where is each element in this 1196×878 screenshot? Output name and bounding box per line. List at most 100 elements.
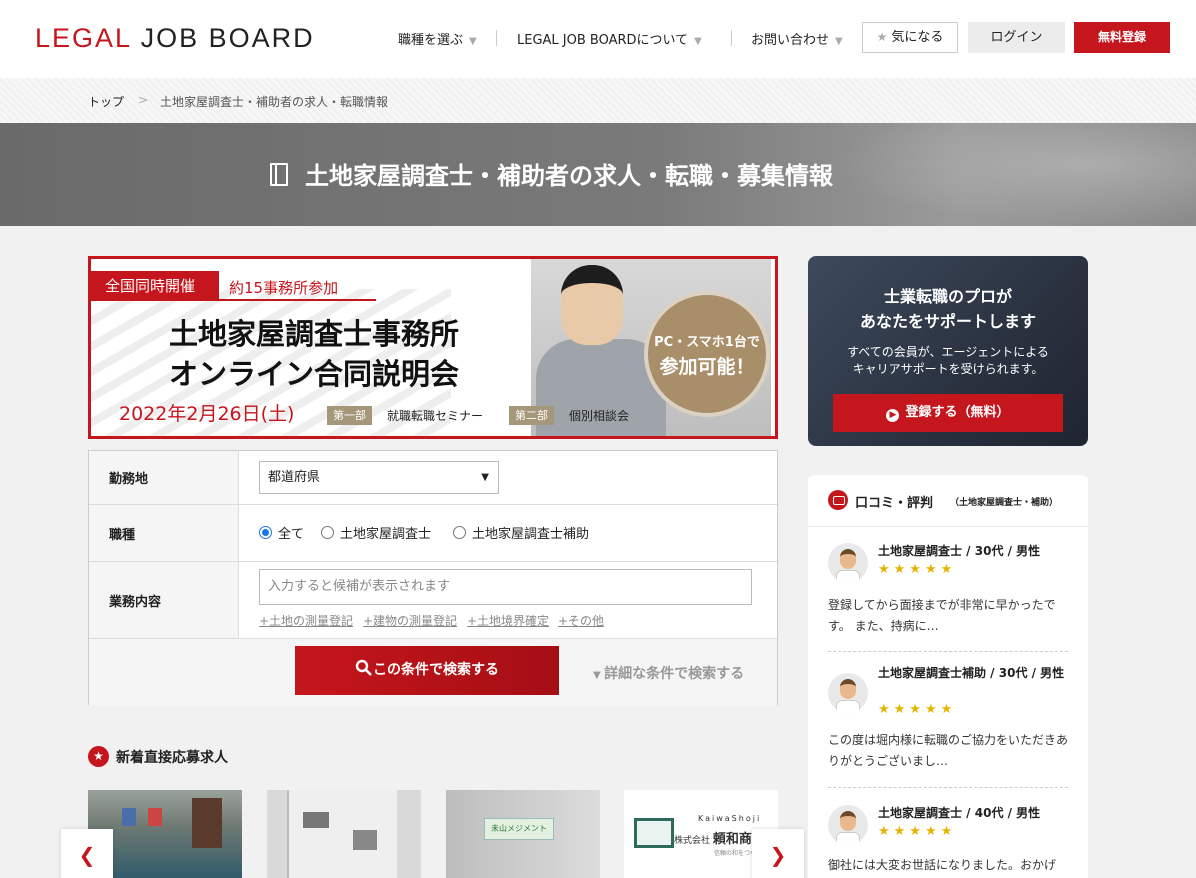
select-caret-icon: ▼	[481, 472, 489, 483]
new-jobs-title: 新着直接応募求人	[116, 750, 228, 766]
nav-about[interactable]: LEGAL JOB BOARDについて ▼	[517, 29, 702, 48]
nav-divider	[496, 30, 497, 46]
reviewer-info: 土地家屋調査士 / 30代 / 男性	[878, 544, 1041, 558]
radio-button[interactable]	[321, 526, 334, 539]
radio-button[interactable]	[453, 526, 466, 539]
company-brand: KaiwaShoji	[698, 814, 762, 823]
radio-all[interactable]: 全て	[259, 523, 304, 542]
rating-stars: ★★★★★	[878, 702, 957, 717]
seminar-banner[interactable]: 全国同時開催 約15事務所参加 土地家屋調査士事務所 オンライン合同説明会 202…	[88, 256, 778, 439]
rating-stars: ★★★★★	[878, 562, 957, 577]
radio-button[interactable]	[259, 526, 272, 539]
review-divider	[828, 651, 1068, 652]
search-icon	[355, 659, 372, 676]
reviews-header: 口コミ・評判 （土地家屋調査士・補助）	[808, 475, 1088, 527]
job-card-2[interactable]	[267, 790, 421, 878]
speech-bubble-icon	[828, 490, 848, 510]
triangle-down-icon: ▼	[593, 670, 605, 681]
part2-label: 第二部	[509, 406, 554, 425]
search-footer: この条件で検索する ▼ 詳細な条件で検索する	[89, 639, 777, 705]
carousel-prev-button[interactable]: ❮	[61, 829, 113, 878]
star-badge-icon: ★	[88, 746, 109, 767]
seminar-tag-offices: 約15事務所参加	[229, 279, 339, 297]
support-heading: 士業転職のプロが あなたをサポートします	[859, 287, 1036, 331]
book-icon	[270, 163, 288, 186]
support-banner[interactable]: 士業転職のプロが あなたをサポートします すべての会員が、エージェントによる キャリ…	[808, 256, 1088, 446]
triangle-down-icon: ▼	[835, 36, 843, 47]
frame-decoration	[148, 808, 162, 826]
reviews-subtitle: （土地家屋調査士・補助）	[950, 498, 1059, 508]
arrow-circle-icon: ▶	[886, 409, 900, 422]
job-type-row: 職種 全て 土地家屋調査士 土地家屋調査士補助	[89, 505, 777, 562]
job-card-3[interactable]: 未山メジメント	[446, 790, 600, 878]
work-content-input[interactable]: 入力すると候補が表示されます	[259, 569, 752, 605]
keyword-land-survey[interactable]: +土地の測量登記	[259, 612, 353, 629]
keyword-building-survey[interactable]: +建物の測量登記	[363, 612, 457, 629]
seminar-date: 2022年2月26日(土)	[119, 403, 295, 425]
site-header: LEGAL JOB BOARD 職種を選ぶ ▼ LEGAL JOB BOARDにつ…	[0, 0, 1196, 78]
review-text: 御社には大変お世話になりました。おかげ	[828, 858, 1057, 872]
triangle-down-icon: ▼	[694, 36, 702, 47]
register-button[interactable]: 無料登録	[1074, 22, 1170, 53]
part1-label: 第一部	[327, 406, 372, 425]
support-register-button[interactable]: ▶ 登録する（無料）	[833, 394, 1063, 432]
seminar-tag-underline	[211, 299, 376, 301]
window-decoration	[303, 812, 329, 828]
breadcrumb-home[interactable]: トップ	[88, 93, 124, 110]
keyword-boundary[interactable]: +土地境界確定	[467, 612, 549, 629]
reviews-panel: 口コミ・評判 （土地家屋調査士・補助） 土地家屋調査士 / 30代 / 男性 ★…	[808, 475, 1088, 878]
person-photo-head	[561, 265, 623, 345]
location-row: 勤務地 都道府県 ▼	[89, 451, 777, 505]
search-button[interactable]: この条件で検索する	[295, 646, 559, 695]
chevron-left-icon: ❮	[78, 843, 96, 867]
banner-background-photo	[836, 123, 1196, 226]
frame-decoration	[122, 808, 136, 826]
house-logo-icon	[634, 818, 674, 848]
reviewer-info: 土地家屋調査士 / 40代 / 男性	[878, 806, 1041, 820]
keyword-other[interactable]: +その他	[558, 612, 604, 629]
breadcrumb-current: 土地家屋調査士・補助者の求人・転職情報	[160, 95, 389, 109]
page-title: 土地家屋調査士・補助者の求人・転職・募集情報	[305, 162, 833, 190]
office-sign: 未山メジメント	[484, 818, 554, 840]
company-name: 株式会社 頼和商	[674, 832, 752, 847]
login-button[interactable]: ログイン	[968, 22, 1065, 53]
window-decoration	[353, 830, 377, 850]
prefecture-select[interactable]: 都道府県 ▼	[259, 461, 499, 494]
part2-text: 個別相談会	[569, 409, 630, 423]
nav-contact[interactable]: お問い合わせ ▼	[751, 29, 843, 48]
work-content-label: 業務内容	[89, 562, 239, 638]
advanced-search-link[interactable]: ▼ 詳細な条件で検索する	[593, 663, 744, 683]
search-form: 勤務地 都道府県 ▼ 職種 全て 土地家屋調査士 土地家屋調査士補助 業務内容 入…	[88, 450, 778, 705]
reviewer-info: 土地家屋調査士補助 / 30代 / 男性	[878, 666, 1065, 680]
work-content-row: 業務内容 入力すると候補が表示されます +土地の測量登記 +建物の測量登記 +土…	[89, 562, 777, 639]
avatar	[828, 673, 868, 713]
chevron-right-icon: ❯	[769, 843, 787, 867]
nav-divider	[731, 30, 732, 46]
seminar-badge: PC・スマホ1台で 参加可能！	[644, 291, 770, 417]
radio-surveyor[interactable]: 土地家屋調査士	[321, 523, 431, 542]
avatar	[828, 805, 868, 845]
nav-job-type[interactable]: 職種を選ぶ ▼	[398, 29, 477, 48]
triangle-down-icon: ▼	[469, 36, 477, 47]
part1-text: 就職転職セミナー	[387, 409, 484, 423]
job-type-label: 職種	[89, 505, 239, 561]
avatar	[828, 543, 868, 583]
review-text: この度は堀内様に転職のご協力をいただきありがとうございまし…	[828, 733, 1069, 768]
star-icon: ★	[876, 30, 888, 44]
favorites-button[interactable]: ★ 気になる	[862, 22, 958, 53]
rating-stars: ★★★★★	[878, 824, 957, 839]
breadcrumb-separator: >	[138, 93, 149, 107]
reviews-title: 口コミ・評判	[855, 496, 934, 511]
door-decoration	[192, 798, 222, 848]
location-label: 勤務地	[89, 451, 239, 504]
review-text: 登録してから面接までが非常に早かったです。 また、持病に…	[828, 598, 1056, 633]
seminar-tag-nationwide: 全国同時開催	[91, 271, 219, 301]
carousel-next-button[interactable]: ❯	[752, 829, 804, 878]
support-text: すべての会員が、エージェントによる キャリアサポートを受けられます。	[847, 345, 1049, 376]
seminar-heading: 土地家屋調査士事務所 オンライン合同説明会	[169, 317, 460, 391]
breadcrumb: トップ > 土地家屋調査士・補助者の求人・転職情報	[0, 78, 1196, 123]
review-divider	[828, 787, 1068, 788]
building-photo	[287, 790, 397, 878]
radio-surveyor-assistant[interactable]: 土地家屋調査士補助	[453, 523, 589, 542]
site-logo[interactable]: LEGAL JOB BOARD	[35, 23, 315, 54]
